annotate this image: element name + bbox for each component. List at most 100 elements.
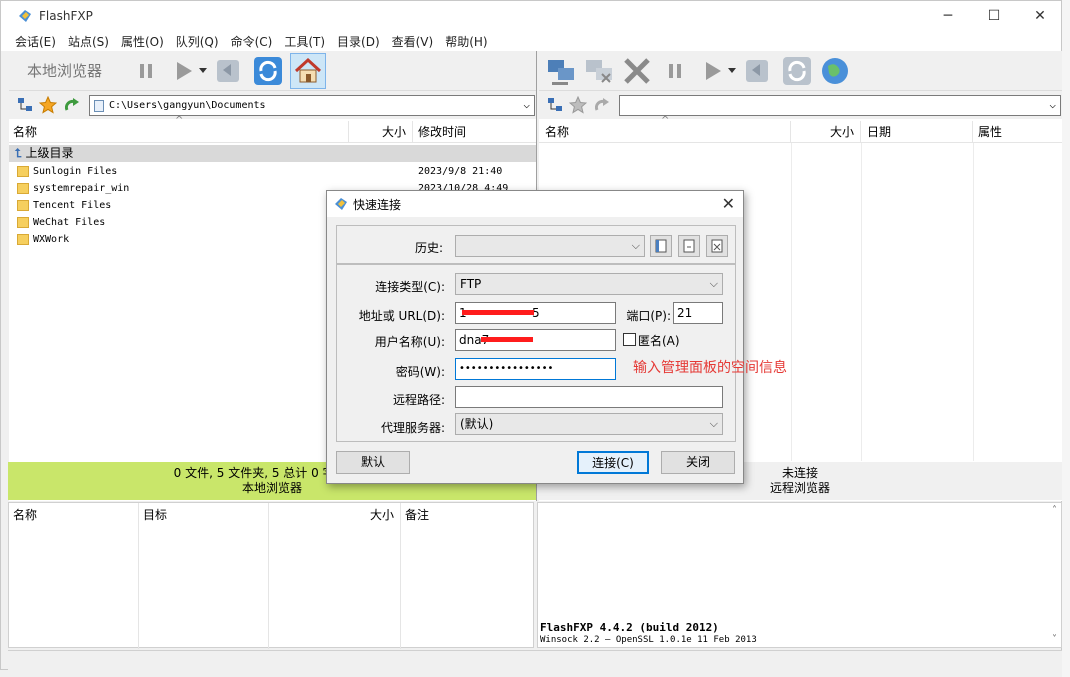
- menu-view[interactable]: 查看(V): [392, 33, 434, 50]
- connect-button[interactable]: 连接(C): [577, 451, 649, 474]
- port-label: 端口(P):: [626, 309, 671, 323]
- chevron-down-icon: ⌵: [709, 417, 718, 430]
- history-open-button[interactable]: [650, 235, 672, 257]
- menu-sites[interactable]: 站点(S): [68, 33, 109, 50]
- remote-path-input-dialog[interactable]: [455, 386, 723, 408]
- chevron-down-icon[interactable]: ⌵: [523, 98, 530, 111]
- menu-options[interactable]: 属性(O): [121, 33, 164, 50]
- dialog-title-bar: 快速连接 ✕: [327, 191, 743, 217]
- history-delete-button[interactable]: [706, 235, 728, 257]
- close-window-button[interactable]: ✕: [1017, 1, 1063, 31]
- user-input[interactable]: dna7: [455, 329, 616, 351]
- dialog-close-icon[interactable]: ✕: [722, 194, 735, 213]
- remote-path-label: 远程路径:: [392, 393, 445, 407]
- menu-directory[interactable]: 目录(D): [337, 33, 380, 50]
- sitemap-icon[interactable]: [547, 97, 563, 116]
- bottom-status-bar: [8, 650, 1062, 670]
- close-button[interactable]: 关闭: [661, 451, 735, 474]
- globe-icon[interactable]: [819, 55, 851, 87]
- menu-queue[interactable]: 队列(Q): [176, 33, 219, 50]
- favorites-star-icon[interactable]: [568, 95, 588, 117]
- col-size[interactable]: 大小: [791, 121, 861, 143]
- remote-column-header: 名称 大小 日期 属性 ^: [539, 115, 1063, 143]
- sort-caret-icon: ^: [175, 115, 184, 126]
- col-attr[interactable]: 属性: [973, 121, 1063, 143]
- play-icon[interactable]: [697, 55, 729, 87]
- password-input[interactable]: ••••••••••••••••: [455, 358, 616, 380]
- redaction-mark: [481, 337, 533, 342]
- proxy-select[interactable]: (默认) ⌵: [455, 413, 723, 435]
- folder-icon: [17, 199, 29, 211]
- pause-icon[interactable]: [130, 55, 162, 87]
- col-date[interactable]: 日期: [861, 121, 973, 143]
- menu-help[interactable]: 帮助(H): [445, 33, 487, 50]
- queue-col-target[interactable]: 目标: [139, 503, 269, 649]
- column-divider: [973, 143, 974, 461]
- chevron-down-icon[interactable]: [198, 55, 208, 87]
- sitemap-icon[interactable]: [17, 97, 33, 116]
- local-column-header: 名称 大小 修改时间 ^: [9, 115, 537, 143]
- disconnect-icon[interactable]: [583, 55, 615, 87]
- chevron-down-icon[interactable]: [727, 55, 737, 87]
- up-folder-arrow-icon[interactable]: [63, 96, 81, 117]
- flashfxp-logo-icon: [335, 198, 347, 210]
- up-arrow-icon: ⮤: [15, 146, 23, 160]
- local-path-input[interactable]: C:\Users\gangyun\Documents ⌵: [89, 95, 535, 116]
- minimize-button[interactable]: ─: [925, 1, 971, 31]
- password-value: ••••••••••••••••: [459, 363, 554, 374]
- abort-x-icon[interactable]: [621, 55, 653, 87]
- flashfxp-logo-icon: [19, 10, 31, 22]
- history-label: 历史:: [414, 241, 443, 255]
- proxy-label: 代理服务器:: [380, 421, 445, 435]
- menu-session[interactable]: 会话(E): [15, 33, 56, 50]
- folder-icon: [17, 233, 29, 245]
- chevron-down-icon[interactable]: ⌵: [1049, 98, 1056, 111]
- maximize-button[interactable]: ☐: [971, 1, 1017, 31]
- favorites-star-icon[interactable]: [38, 95, 58, 117]
- port-input[interactable]: 21: [673, 302, 723, 324]
- file-modified: 2023/9/8 21:40: [418, 166, 503, 177]
- col-size[interactable]: 大小: [349, 121, 413, 143]
- proxy-value: (默认): [460, 417, 494, 431]
- up-folder-arrow-icon[interactable]: [593, 96, 611, 117]
- refresh-icon[interactable]: [781, 55, 813, 87]
- transfer-refresh-icon[interactable]: [743, 55, 775, 87]
- parent-dir-label: 上级目录: [25, 146, 74, 160]
- folder-icon: [17, 182, 29, 194]
- queue-col-note[interactable]: 备注: [401, 503, 533, 649]
- list-item[interactable]: ⮤ 上级目录: [9, 145, 536, 162]
- queue-col-size[interactable]: 大小: [269, 503, 401, 649]
- local-browser-label: 本地浏览器: [27, 62, 103, 80]
- home-icon[interactable]: [290, 52, 327, 89]
- file-name: Tencent Files: [33, 200, 112, 211]
- port-value: 21: [677, 306, 693, 320]
- local-path-text: C:\Users\gangyun\Documents: [109, 100, 266, 111]
- chevron-down-icon: ⌵: [631, 239, 640, 252]
- history-select[interactable]: ⌵: [455, 235, 645, 257]
- remote-path-input[interactable]: ⌵: [619, 95, 1061, 116]
- conn-type-select[interactable]: FTP ⌵: [455, 273, 723, 295]
- list-item[interactable]: Sunlogin Files 2023/9/8 21:40: [9, 163, 536, 180]
- play-icon[interactable]: [168, 55, 200, 87]
- address-label: 地址或 URL(D):: [358, 309, 445, 323]
- annotation-text: 输入管理面板的空间信息: [633, 360, 787, 376]
- pause-icon[interactable]: [659, 55, 691, 87]
- queue-col-name[interactable]: 名称: [9, 503, 139, 649]
- menu-tools[interactable]: 工具(T): [284, 33, 325, 50]
- default-button[interactable]: 默认: [336, 451, 410, 474]
- scroll-up-icon[interactable]: ˄: [1052, 505, 1057, 516]
- column-divider: [791, 143, 792, 461]
- scroll-down-icon[interactable]: ˅: [1052, 634, 1057, 645]
- anonymous-checkbox[interactable]: [623, 333, 636, 346]
- quick-connect-dialog: 快速连接 ✕ 历史: ⌵ 连接类型(C): FTP⌵ 地址或 URL(D): 1…: [326, 190, 744, 484]
- history-save-button[interactable]: [678, 235, 700, 257]
- col-modified[interactable]: 修改时间: [413, 121, 537, 143]
- refresh-icon[interactable]: [252, 55, 284, 87]
- user-label: 用户名称(U):: [374, 335, 445, 349]
- transfer-refresh-icon[interactable]: [214, 55, 246, 87]
- menu-commands[interactable]: 命令(C): [231, 33, 273, 50]
- connect-icon[interactable]: [545, 55, 577, 87]
- sort-caret-icon: ^: [661, 115, 670, 126]
- log-winsock-line: Winsock 2.2 — OpenSSL 1.0.1e 11 Feb 2013: [540, 635, 757, 645]
- file-name: Sunlogin Files: [33, 166, 118, 177]
